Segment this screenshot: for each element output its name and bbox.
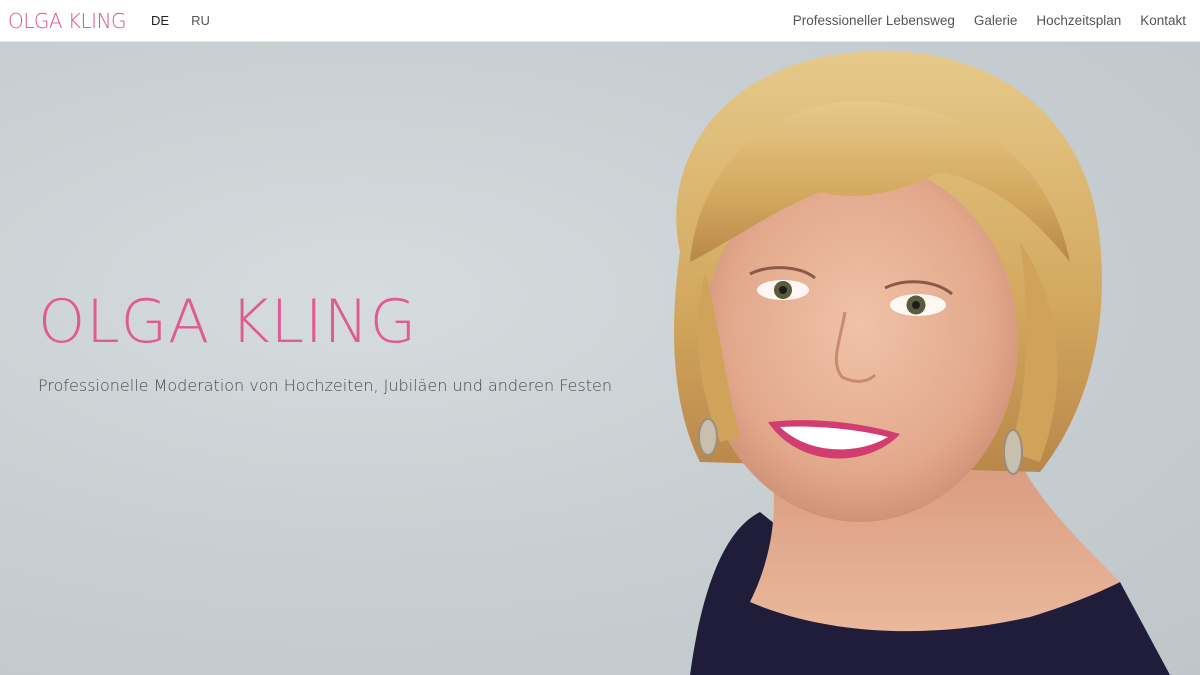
nav-item-galerie[interactable]: Galerie <box>974 13 1018 28</box>
nav-item-lebensweg[interactable]: Professioneller Lebensweg <box>793 13 955 28</box>
site-logo[interactable]: OLGA KLING <box>8 11 127 31</box>
hero-section: OLGA KLING Professionelle Moderation von… <box>0 42 1200 675</box>
language-switcher: DE RU <box>140 13 221 28</box>
nav-item-kontakt[interactable]: Kontakt <box>1140 13 1186 28</box>
portrait-image <box>674 51 1170 675</box>
hero-subtitle: Professionelle Moderation von Hochzeiten… <box>38 376 612 395</box>
nav-item-hochzeitsplan[interactable]: Hochzeitsplan <box>1036 13 1121 28</box>
main-nav: Professioneller Lebensweg Galerie Hochze… <box>774 13 1186 28</box>
hero-title: OLGA KLING <box>38 287 418 357</box>
language-ru-link[interactable]: RU <box>180 13 221 28</box>
top-navigation-bar: OLGA KLING DE RU Professioneller Lebensw… <box>0 0 1200 42</box>
language-de-link[interactable]: DE <box>140 13 180 28</box>
